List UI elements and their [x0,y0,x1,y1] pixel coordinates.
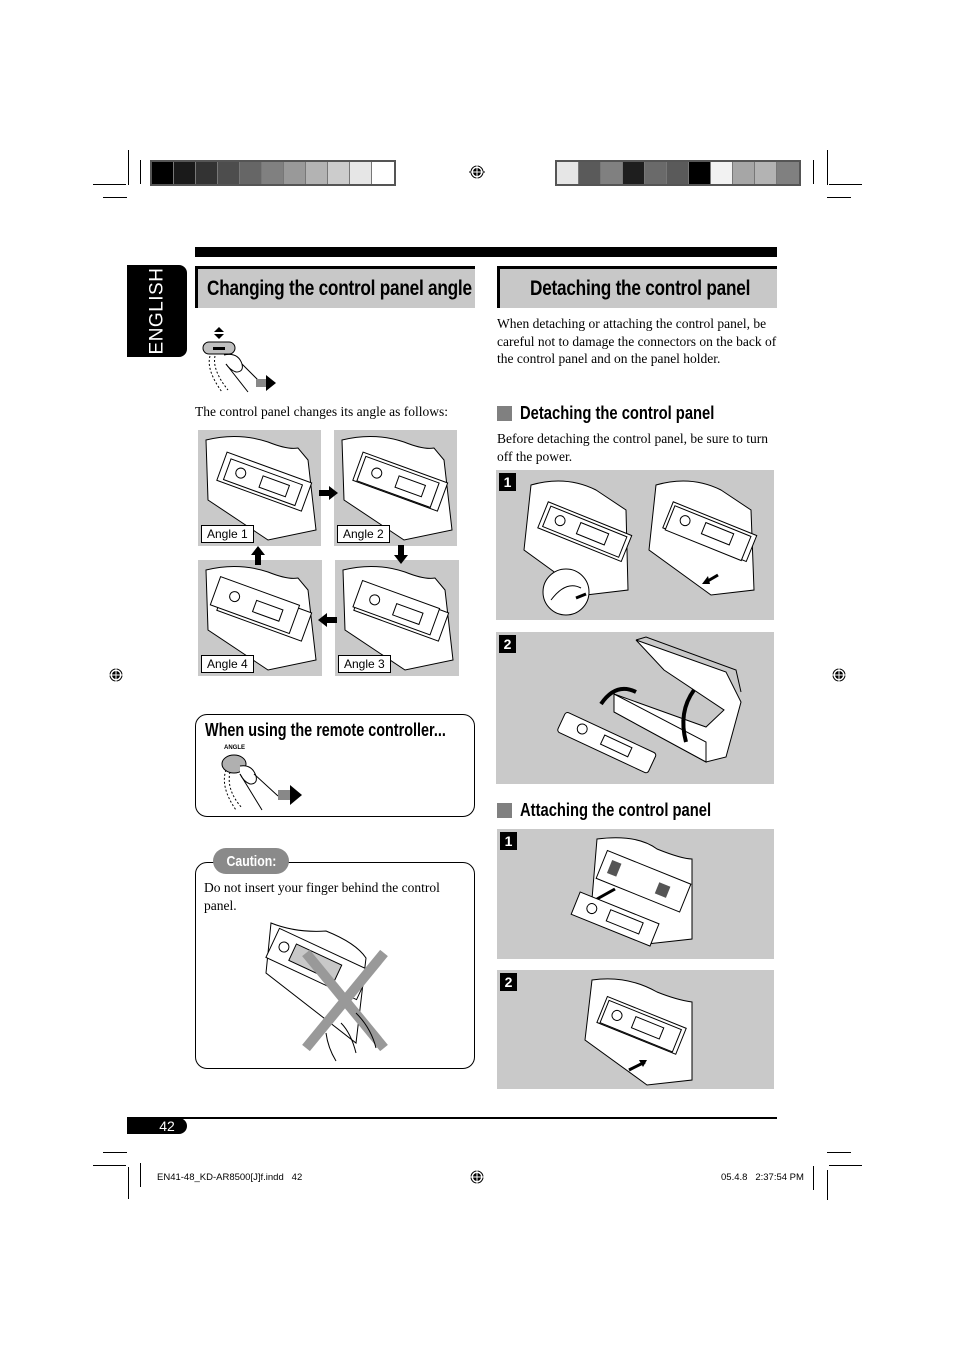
caution-label: Caution: [213,848,289,874]
remote-box-title: When using the remote controller... [205,720,446,740]
registration-mark-icon [469,1169,485,1185]
color-swatch [174,162,196,184]
color-swatch [755,162,777,184]
attach-step-1-panel: 1 [497,829,774,959]
color-swatch [733,162,755,184]
registration-mark-icon [469,164,485,180]
color-bar-left [150,160,396,186]
crop-mark [93,184,126,185]
angle-panel-3: Angle 3 [335,560,459,676]
section-header-angle: Changing the control panel angle [195,266,475,308]
caution-label-text: Caution: [226,852,276,870]
section-header-detach: Detaching the control panel [497,266,777,308]
crop-mark [93,1165,126,1166]
subheading-attaching: Attaching the control panel [497,800,753,821]
angle-label: Angle 4 [201,655,254,673]
registration-mark-icon [831,667,847,683]
detach-step-1-panel: 1 [496,470,774,620]
page-number: 42 [127,1118,187,1134]
color-swatch [372,162,394,184]
crop-mark [140,160,141,184]
color-swatch [557,162,579,184]
angle-intro-text: The control panel changes its angle as f… [195,404,449,419]
color-swatch [689,162,711,184]
color-swatch [579,162,601,184]
caution-box: Do not insert your finger behind the con… [195,862,475,1069]
crop-mark [813,160,814,184]
finger-press-angle-illustration [221,754,302,811]
angle-label: Angle 1 [201,525,254,543]
crop-mark [103,1152,127,1153]
crop-mark [827,197,851,198]
registration-mark-icon [108,667,124,683]
attach-step-2-illustration [584,978,693,1086]
caution-illustration [265,922,388,1062]
section-title: Changing the control panel angle [207,276,472,300]
slug-file-name: EN41-48_KD-AR8500[J]f.indd 42 [157,1172,303,1183]
arrow-up-icon [251,546,265,565]
color-swatch [152,162,174,184]
color-swatch [711,162,733,184]
angle-panel-2: Angle 2 [334,430,457,546]
finger-press-illustration [202,327,276,393]
angle-panel-1: Angle 1 [198,430,321,546]
angle-panel-4: Angle 4 [198,560,322,676]
subheading-text: Detaching the control panel [520,403,715,423]
color-swatch [667,162,689,184]
detach-intro-text: When detaching or attaching the control … [497,316,777,366]
arrow-down-icon [394,545,408,564]
bottom-rule [127,1117,777,1119]
crop-mark [140,1163,141,1187]
detach-step-2-illustration [557,636,742,774]
step-number: 1 [499,473,516,491]
crop-mark [827,150,828,185]
crop-mark [829,184,862,185]
color-swatch [306,162,328,184]
detach-step-2-panel: 2 [496,632,774,784]
slug-timestamp: 05.4.8 2:37:54 PM [721,1172,804,1183]
crop-mark [827,1152,851,1153]
crop-mark [829,1165,862,1166]
color-swatch [240,162,262,184]
color-swatch [262,162,284,184]
detach-step-1-illustration [523,480,758,616]
section-title: Detaching the control panel [530,276,751,300]
color-swatch [645,162,667,184]
color-swatch [623,162,645,184]
angle-label: Angle 2 [337,525,390,543]
color-swatch [196,162,218,184]
crop-mark [128,1167,129,1199]
square-bullet-icon [497,803,512,818]
attach-step-1-illustration [570,837,693,947]
subheading-text: Attaching the control panel [520,800,712,820]
color-swatch [284,162,306,184]
arrow-left-icon [318,613,337,627]
step-number: 2 [499,635,516,653]
color-swatch [218,162,240,184]
angle-button-label: ANGLE [224,745,245,751]
attach-step-2-panel: 2 [497,970,774,1089]
detaching-text: Before detaching the control panel, be s… [497,431,769,464]
color-swatch [601,162,623,184]
square-bullet-icon [497,406,512,421]
crop-mark [813,1166,814,1190]
angle-label: Angle 3 [338,655,391,673]
color-bar-right [555,160,801,186]
crop-mark [103,197,127,198]
remote-controller-box: When using the remote controller... ANGL… [195,714,475,817]
color-swatch [777,162,799,184]
step-number: 1 [500,832,517,850]
crop-mark [128,150,129,185]
step-number: 2 [500,973,517,991]
caution-text: Do not insert your finger behind the con… [204,880,440,913]
arrow-right-icon [319,486,338,500]
crop-mark [827,1170,828,1200]
color-swatch [328,162,350,184]
language-tab: ENGLISH [127,265,187,357]
color-swatch [350,162,372,184]
subheading-detaching: Detaching the control panel [497,403,757,424]
top-rule [195,247,777,257]
language-tab-label: ENGLISH [146,267,168,355]
